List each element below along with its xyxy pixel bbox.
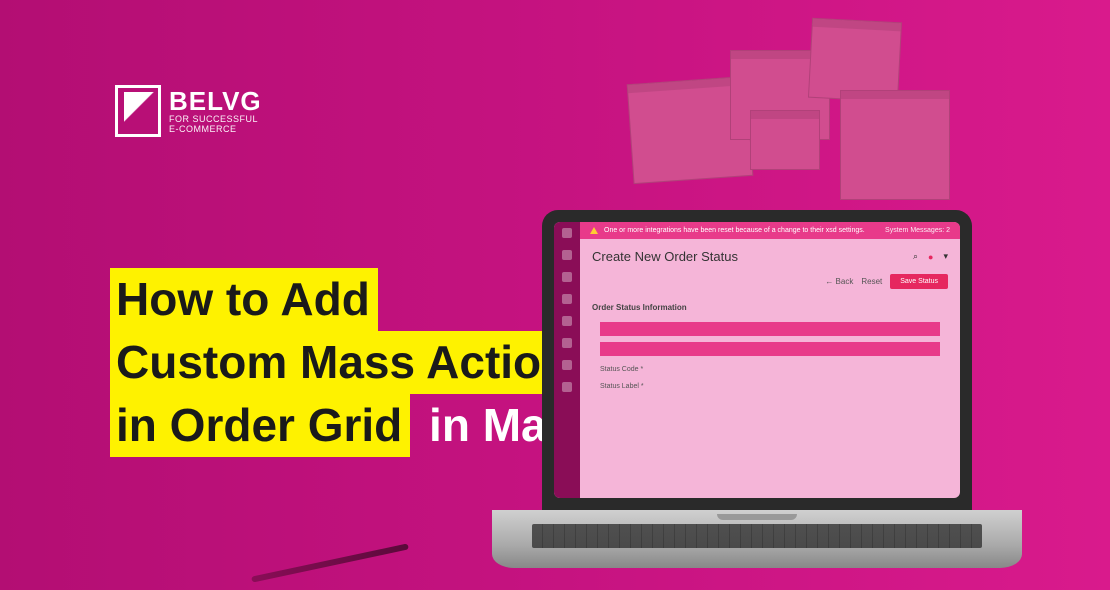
header-icons: ⌕ ● ▾ (913, 251, 948, 262)
search-icon: ⌕ (913, 251, 918, 262)
headline-part-3a: in Order Grid (110, 394, 410, 457)
section-title: Order Status Information (580, 299, 960, 316)
input-field (600, 322, 940, 336)
laptop-keyboard (532, 524, 982, 548)
decorative-boxes (590, 20, 990, 210)
sidebar-icon (562, 360, 572, 370)
warning-icon (590, 227, 598, 234)
notification-icon: ● (928, 252, 933, 262)
field-label: Status Label * (600, 383, 940, 390)
headline-part-1: How to Add (110, 268, 378, 331)
laptop-base (492, 510, 1022, 568)
logo-tagline-2: E-COMMERCE (169, 125, 262, 134)
box-decoration (750, 110, 820, 170)
form-area: Status Code * Status Label * (580, 316, 960, 396)
laptop-screen: One or more integrations have been reset… (554, 222, 960, 498)
logo-text: BELVG FOR SUCCESSFUL E-COMMERCE (169, 88, 262, 134)
back-button: ← Back (825, 277, 853, 286)
laptop-illustration: One or more integrations have been reset… (492, 210, 1022, 590)
logo-mark-icon (115, 85, 161, 137)
alert-text: One or more integrations have been reset… (604, 227, 865, 234)
sidebar-icon (562, 272, 572, 282)
belvg-logo: BELVG FOR SUCCESSFUL E-COMMERCE (115, 85, 262, 137)
input-field (600, 342, 940, 356)
box-decoration (840, 90, 950, 200)
sidebar-icon (562, 228, 572, 238)
sidebar-icon (562, 294, 572, 304)
admin-sidebar (554, 222, 580, 498)
sidebar-icon (562, 316, 572, 326)
alert-count: System Messages: 2 (885, 227, 950, 234)
field-label: Status Code * (600, 366, 940, 373)
page-title: Create New Order Status (592, 249, 738, 264)
sidebar-icon (562, 382, 572, 392)
admin-main: One or more integrations have been reset… (580, 222, 960, 498)
logo-brand: BELVG (169, 88, 262, 115)
laptop-bezel: One or more integrations have been reset… (542, 210, 972, 510)
sidebar-icon (562, 250, 572, 260)
page-header: Create New Order Status ⌕ ● ▾ (580, 239, 960, 270)
user-menu-icon: ▾ (943, 251, 948, 262)
system-alert-bar: One or more integrations have been reset… (580, 222, 960, 239)
sidebar-icon (562, 338, 572, 348)
action-buttons-row: ← Back Reset Save Status (580, 270, 960, 299)
save-button: Save Status (890, 274, 948, 289)
reset-button: Reset (861, 277, 882, 286)
